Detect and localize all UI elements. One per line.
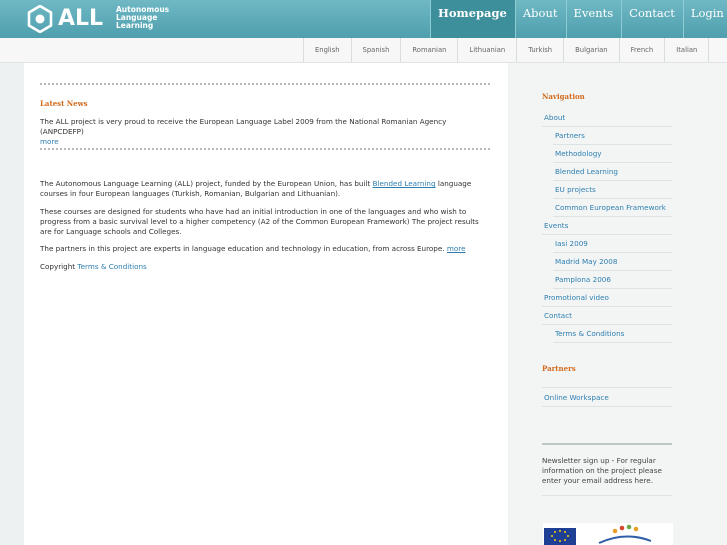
partners-text: The partners in this project are experts… [40,244,445,253]
main-nav: Homepage About Events Contact Login [430,0,727,38]
sidebar-item-iasi-2009[interactable]: Iasi 2009 [555,239,588,249]
nav-login[interactable]: Login [682,0,727,38]
divider [542,495,672,496]
sidebar: Navigation About Partners Methodology Bl… [509,63,727,545]
intro-text-1: The Autonomous Language Learning (ALL) p… [40,179,371,188]
nav-homepage[interactable]: Homepage [430,0,515,38]
divider [553,198,672,199]
logo-icon[interactable] [26,5,54,33]
nav-events[interactable]: Events [565,0,622,38]
eu-flag-icon [544,528,576,545]
lang-french[interactable]: French [618,38,665,62]
sidebar-item-about[interactable]: About [544,113,565,123]
main-content: Latest News The ALL project is very prou… [24,63,508,545]
partners-paragraph: The partners in this project are experts… [40,244,480,254]
divider [553,270,672,271]
logo-tagline: Autonomous Language Learning [116,6,176,30]
logo-word[interactable]: ALL [58,5,103,33]
sidebar-item-terms[interactable]: Terms & Conditions [555,329,624,339]
lang-romanian[interactable]: Romanian [400,38,457,62]
sidebar-item-methodology[interactable]: Methodology [555,149,602,159]
divider [542,387,672,388]
divider [553,342,672,343]
lang-bulgarian[interactable]: Bulgarian [563,38,619,62]
lang-turkish[interactable]: Turkish [516,38,563,62]
news-text: The ALL project is very proud to receive… [40,117,480,147]
nav-contact[interactable]: Contact [621,0,683,38]
divider [542,234,672,235]
sidebar-item-eu-projects[interactable]: EU projects [555,185,596,195]
latest-news-heading: Latest News [40,99,88,108]
terms-link[interactable]: Terms & Conditions [77,262,146,271]
divider [542,126,672,127]
partners-more-link[interactable]: more [447,244,466,253]
news-more-link[interactable]: more [40,137,59,146]
divider [553,162,672,163]
sidebar-item-promotional-video[interactable]: Promotional video [544,293,609,303]
copyright-line: Copyright Terms & Conditions [40,262,480,272]
language-bar: English Spanish Romanian Lithuanian Turk… [0,38,727,63]
divider [553,144,672,145]
blended-learning-link[interactable]: Blended Learning [373,179,436,188]
eu-logos [543,523,673,545]
newsletter-text: Newsletter sign up - For regular informa… [542,456,662,485]
copyright-text: Copyright [40,262,76,271]
lang-italian[interactable]: Italian [664,38,710,62]
lang-english[interactable]: English [303,38,351,62]
divider [553,216,672,217]
divider [40,148,490,150]
lifelong-learning-logo-icon [598,524,652,544]
divider [553,288,672,289]
navigation-heading: Navigation [542,92,585,101]
lang-lithuanian[interactable]: Lithuanian [457,38,516,62]
sidebar-item-online-workspace[interactable]: Online Workspace [544,393,609,403]
sidebar-item-blended-learning[interactable]: Blended Learning [555,167,618,177]
divider [542,443,672,445]
divider [553,180,672,181]
divider [542,406,672,407]
divider [553,252,672,253]
sidebar-item-contact[interactable]: Contact [544,311,572,321]
divider [40,83,490,85]
news-body: The ALL project is very proud to receive… [40,117,447,136]
sidebar-item-pamplona-2006[interactable]: Pamplona 2006 [555,275,611,285]
nav-about[interactable]: About [514,0,566,38]
partners-heading: Partners [542,364,576,373]
site-header: ALL Autonomous Language Learning Homepag… [0,0,727,38]
tagline-line-3: Learning [116,21,154,30]
intro-paragraph: The Autonomous Language Learning (ALL) p… [40,179,480,199]
divider [542,306,672,307]
sidebar-item-madrid-may-2008[interactable]: Madrid May 2008 [555,257,617,267]
sidebar-item-partners[interactable]: Partners [555,131,585,141]
courses-paragraph: These courses are designed for students … [40,207,479,236]
lang-spanish[interactable]: Spanish [350,38,401,62]
sidebar-item-common-european-framework[interactable]: Common European Framework [555,203,666,213]
sidebar-item-events[interactable]: Events [544,221,568,231]
divider [542,324,672,325]
